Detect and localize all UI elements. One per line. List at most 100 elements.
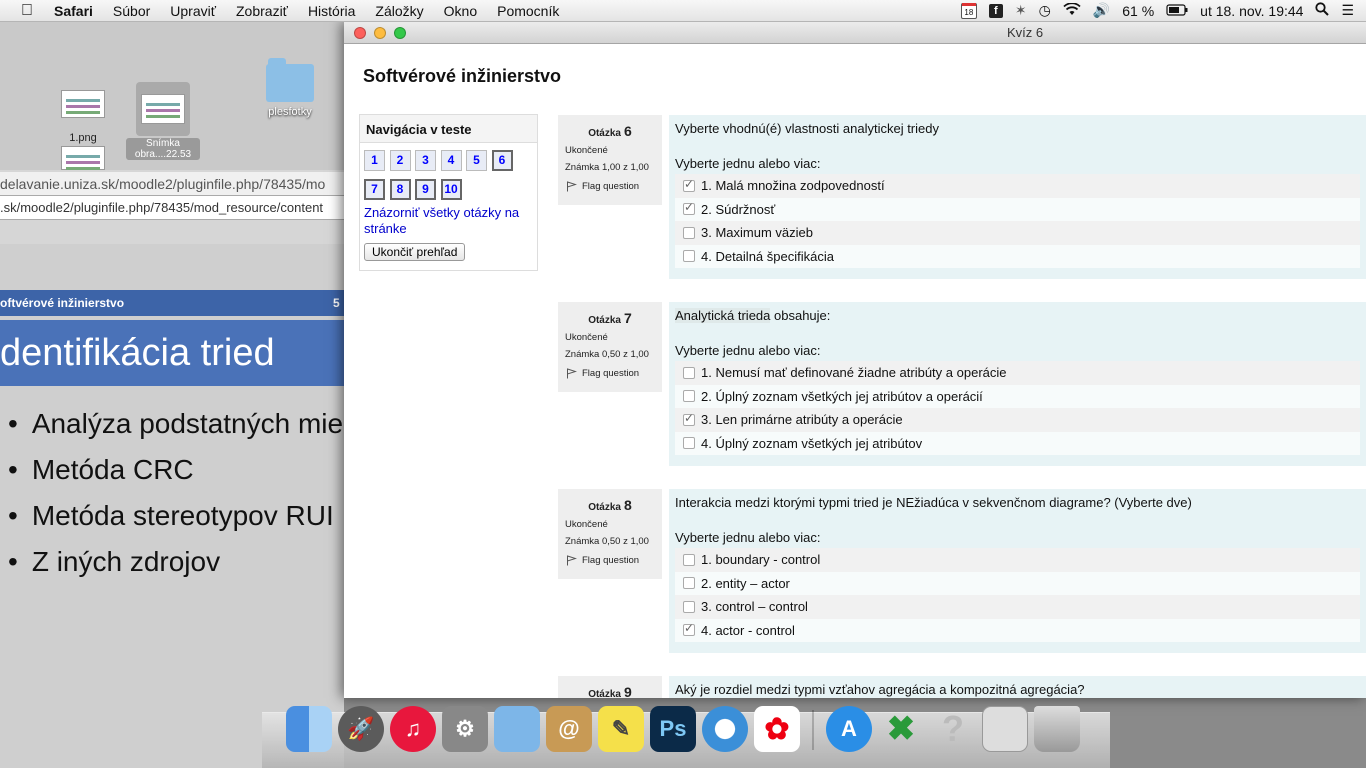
menu-bookmarks[interactable]: Záložky [365, 3, 433, 19]
menu-file[interactable]: Súbor [103, 3, 160, 19]
acrobat-icon[interactable]: ✿ [754, 706, 800, 752]
answer-checkbox[interactable] [683, 577, 695, 590]
search-icon[interactable] [1315, 2, 1330, 19]
answer-option[interactable]: 4. Detailná špecifikácia [675, 244, 1360, 268]
answer-option[interactable]: 2. Súdržnosť [675, 197, 1360, 221]
apple-icon[interactable]:  [0, 2, 54, 20]
volume-icon[interactable]: 🔊 [1093, 2, 1110, 19]
page-title: Softvérové inžinierstvo [363, 66, 562, 86]
question-nav-button-current[interactable]: 6 [491, 150, 513, 171]
close-window-button[interactable] [354, 26, 366, 39]
dock-icons: 🚀 ♫ ⚙ @ ✎ Ps ✿ A ✖ ? [286, 706, 1080, 756]
finder-icon[interactable] [286, 706, 332, 752]
answer-checkbox[interactable] [683, 390, 695, 403]
question-nav-button[interactable]: 8 [389, 179, 411, 200]
crossover-icon[interactable]: ✖ [878, 706, 924, 752]
evernote-icon[interactable]: f [988, 3, 1003, 18]
flag-question-link[interactable]: Flag question [566, 368, 662, 379]
answer-checkbox[interactable] [683, 226, 695, 239]
file-thumbnail-icon[interactable] [61, 90, 105, 118]
photoshop-icon[interactable]: Ps [650, 706, 696, 752]
flag-question-link[interactable]: Flag question [566, 181, 662, 192]
slide-bullet: Analýza podstatných mie [8, 408, 343, 454]
answer-checkbox[interactable] [683, 600, 695, 613]
flag-question-label[interactable]: Flag question [582, 368, 639, 379]
question-nav-button[interactable]: 3 [415, 150, 436, 171]
window-titlebar[interactable]: Kvíz 6 [344, 22, 1366, 44]
background-url-bar[interactable]: .sk/moodle2/pluginfile.php/78435/mod_res… [0, 196, 344, 220]
battery-icon[interactable] [1166, 3, 1188, 19]
flag-question-link[interactable]: Flag question [566, 555, 662, 566]
contacts-icon[interactable]: @ [546, 706, 592, 752]
question-nav-button[interactable]: 1 [364, 150, 385, 171]
zoom-window-button[interactable] [394, 26, 406, 39]
flag-question-label[interactable]: Flag question [582, 181, 639, 192]
time-machine-icon[interactable]: ◷ [1039, 2, 1051, 19]
answer-option[interactable]: 1. boundary - control [675, 548, 1360, 572]
app-store-icon[interactable]: A [826, 706, 872, 752]
show-all-questions-link[interactable]: Znázorniť všetky otázky na stránke [364, 205, 534, 237]
flag-question-label[interactable]: Flag question [582, 555, 639, 566]
battery-text[interactable]: 61 % [1122, 3, 1154, 19]
minimize-window-button[interactable] [374, 26, 386, 39]
quiz-navigation-block: Navigácia v teste 1 2 3 4 5 6 7 8 9 10 Z… [359, 114, 538, 271]
answer-option[interactable]: 4. Úplný zoznam všetkých jej atribútov [675, 431, 1360, 455]
answer-option[interactable]: 2. Úplný zoznam všetkých jej atribútov a… [675, 384, 1360, 408]
help-icon[interactable]: ? [930, 706, 976, 752]
answer-checkbox[interactable] [683, 366, 695, 379]
answer-checkbox[interactable] [683, 177, 695, 192]
list-icon[interactable]: ☰ [1341, 2, 1354, 19]
desktop-file-label[interactable]: 1.png [55, 132, 111, 144]
bluetooth-icon[interactable]: ✶ [1015, 2, 1027, 19]
itunes-icon[interactable]: ♫ [390, 706, 436, 752]
menu-view[interactable]: Zobraziť [226, 3, 298, 19]
menu-help[interactable]: Pomocník [487, 3, 569, 19]
answer-option[interactable]: 1. Nemusí mať definované žiadne atribúty… [675, 361, 1360, 385]
wifi-icon[interactable] [1063, 1, 1081, 19]
preview-icon[interactable] [494, 706, 540, 752]
menu-app-name[interactable]: Safari [54, 3, 103, 19]
question-nav-button[interactable]: 10 [440, 179, 462, 200]
answer-option[interactable]: 3. Len primárne atribúty a operácie [675, 408, 1360, 432]
question-number-value: 7 [624, 310, 632, 326]
question-nav-button[interactable]: 5 [466, 150, 487, 171]
system-preferences-icon[interactable]: ⚙ [442, 706, 488, 752]
finish-review-button[interactable]: Ukončiť prehľad [364, 243, 466, 261]
question-nav-button[interactable]: 2 [389, 150, 411, 171]
folder-icon[interactable] [266, 58, 314, 102]
calendar-icon[interactable]: 18 [960, 2, 977, 19]
menu-window[interactable]: Okno [434, 3, 487, 19]
question-nav-button[interactable]: 7 [364, 179, 385, 200]
question-content: Vyberte vhodnú(é) vlastnosti analytickej… [669, 115, 1366, 279]
menu-history[interactable]: História [298, 3, 365, 19]
file-thumbnail-icon[interactable] [61, 146, 105, 170]
desktop-file-label[interactable]: Snímka obra....22.53 [126, 138, 200, 160]
stickies-icon[interactable]: ✎ [598, 706, 644, 752]
answer-checkbox[interactable] [683, 437, 695, 450]
answer-checkbox[interactable] [683, 200, 695, 216]
answer-option[interactable]: 3. Maximum väzieb [675, 221, 1360, 245]
answer-checkbox[interactable] [683, 250, 695, 263]
launchpad-icon[interactable]: 🚀 [338, 706, 384, 752]
answer-checkbox[interactable] [683, 411, 695, 426]
answer-label: 4. Detailná špecifikácia [701, 248, 834, 264]
answer-option[interactable]: 3. control – control [675, 595, 1360, 619]
safari-icon[interactable] [702, 706, 748, 752]
question-text: Interakcia medzi ktorými typmi tried je … [675, 495, 1192, 510]
trash-icon[interactable] [1034, 706, 1080, 752]
clock[interactable]: ut 18. nov. 19:44 [1200, 3, 1303, 19]
answer-option[interactable]: 4. actor - control [675, 618, 1360, 642]
answer-checkbox[interactable] [683, 621, 695, 637]
question-state: Ukončené [565, 145, 608, 156]
question-nav-button[interactable]: 9 [415, 179, 436, 200]
screenshot-selection[interactable] [136, 82, 190, 136]
desktop-folder-label[interactable]: plesfotky [258, 106, 322, 118]
answer-option[interactable]: 1. Malá množina zodpovedností [675, 174, 1360, 198]
answer-checkbox[interactable] [683, 553, 695, 566]
preview-window-icon[interactable] [982, 706, 1028, 752]
question-nav-button[interactable]: 4 [440, 150, 462, 171]
background-url-bar[interactable]: delavanie.uniza.sk/moodle2/pluginfile.ph… [0, 172, 344, 196]
slide-bullet: Z iných zdrojov [8, 546, 343, 592]
menu-edit[interactable]: Upraviť [160, 3, 226, 19]
answer-option[interactable]: 2. entity – actor [675, 571, 1360, 595]
